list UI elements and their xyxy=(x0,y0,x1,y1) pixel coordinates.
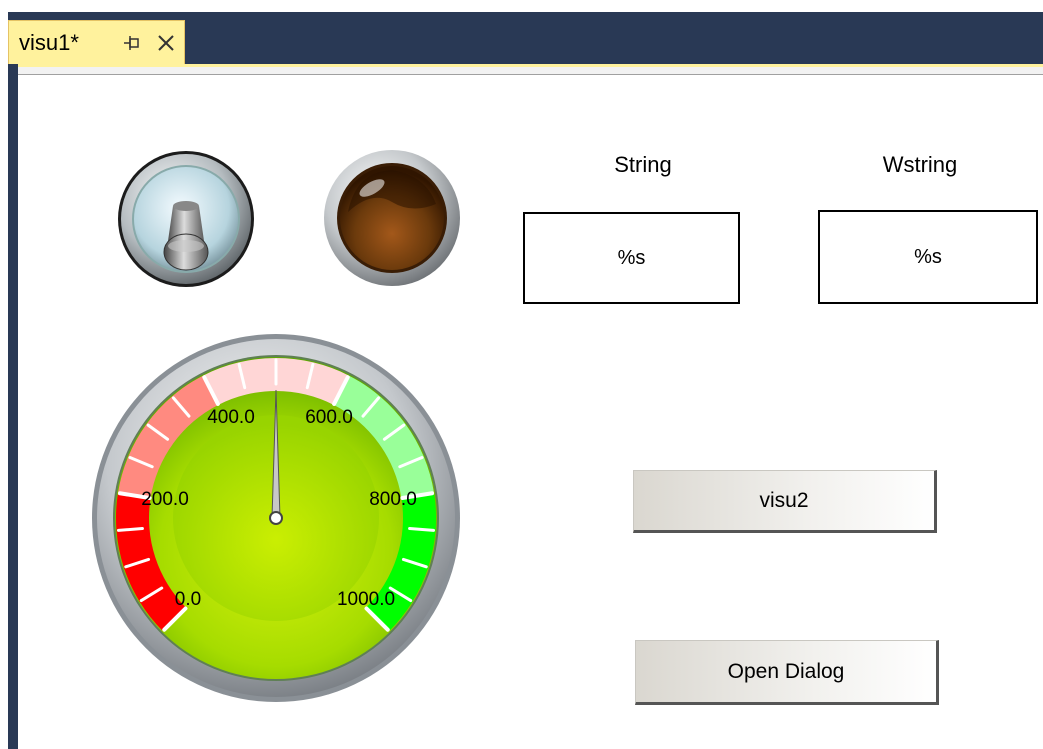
window-top xyxy=(0,0,1043,12)
tab-visu1[interactable]: visu1* xyxy=(8,20,185,66)
pin-icon[interactable] xyxy=(121,32,143,54)
string-label: String xyxy=(614,152,672,177)
toggle-switch-icon[interactable] xyxy=(115,148,257,290)
tab-title: visu1* xyxy=(19,30,79,55)
scale-label-0: 0.0 xyxy=(175,589,201,610)
gauge-meter: 0.0 200.0 400.0 600.0 800.0 1000.0 xyxy=(92,334,460,702)
open-dialog-button[interactable]: Open Dialog xyxy=(635,640,939,705)
wstring-field[interactable]: %s xyxy=(818,210,1038,304)
scale-label-400: 400.0 xyxy=(207,407,255,428)
lamp-icon xyxy=(324,150,460,286)
close-icon[interactable] xyxy=(155,32,177,54)
string-field[interactable]: %s xyxy=(523,212,740,304)
scale-label-600: 600.0 xyxy=(305,407,353,428)
scale-label-200: 200.0 xyxy=(141,489,189,510)
scale-label-800: 800.0 xyxy=(369,489,417,510)
gauge-tick xyxy=(116,527,144,532)
ruler xyxy=(18,67,1043,75)
left-border xyxy=(8,64,18,749)
gauge-tick xyxy=(408,527,436,532)
scale-label-1000: 1000.0 xyxy=(337,589,395,610)
wstring-label: Wstring xyxy=(882,152,958,177)
gauge-hub xyxy=(269,511,283,525)
visu2-button[interactable]: visu2 xyxy=(633,470,937,533)
